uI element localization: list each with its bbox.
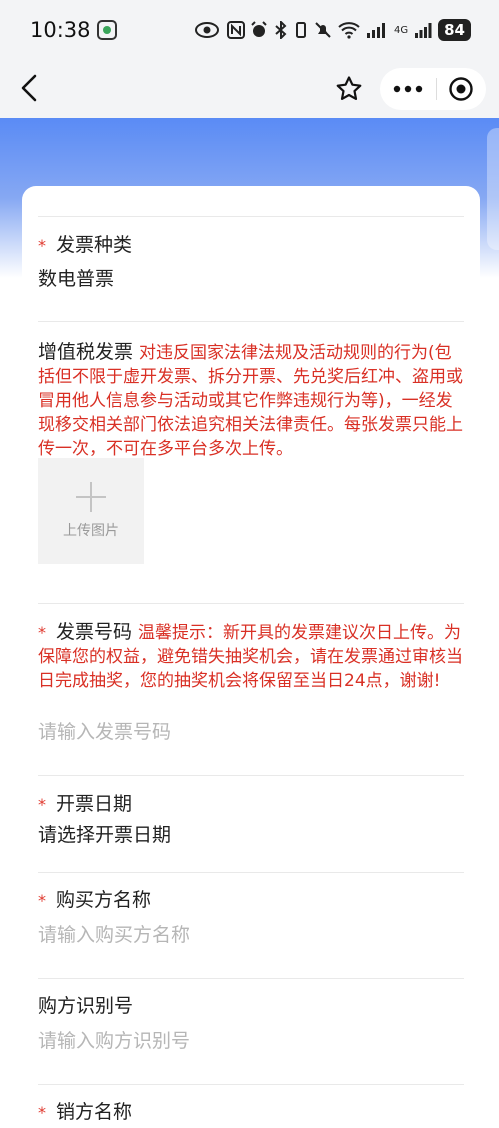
invoice-type-label-text: 发票种类 <box>56 234 133 256</box>
invoice-form-card: * 发票种类 数电普票 增值税发票 对违反国家法律法规及活动规则的行为(包括但不限于… <box>22 186 480 1128</box>
buyer-name-input[interactable]: 请输入购买方名称 <box>38 922 190 948</box>
status-icons-right: 4G 84 <box>250 19 471 41</box>
divider <box>38 775 464 776</box>
nfc-icon <box>226 21 245 39</box>
invoice-type-label: * 发票种类 <box>38 232 132 259</box>
battery-icon: 84 <box>438 19 471 41</box>
more-icon[interactable] <box>380 68 436 110</box>
seller-name-label-text: 销方名称 <box>56 1101 133 1123</box>
buyer-name-label: * 购买方名称 <box>38 887 151 914</box>
buyer-id-label: 购方识别号 <box>38 995 134 1017</box>
signal-icon <box>367 23 385 38</box>
divider <box>38 216 464 217</box>
divider <box>38 321 464 322</box>
status-bar: 10:38 4G 84 <box>0 0 499 60</box>
upload-image-label: 上传图片 <box>63 523 119 539</box>
upload-image-button[interactable]: 上传图片 <box>38 458 144 564</box>
mute-icon <box>315 22 331 38</box>
divider <box>38 603 464 604</box>
seller-name-label: * 销方名称 <box>38 1099 132 1126</box>
eye-icon <box>194 22 219 38</box>
invoice-type-value[interactable]: 数电普票 <box>38 266 114 292</box>
app-notification-icon <box>96 20 117 40</box>
invoice-number-hint: * 发票号码 温馨提示：新开具的发票建议次日上传。为保障您的权益，避免错失抽奖机会，… <box>38 620 468 693</box>
signal-icon-2 <box>415 23 432 38</box>
invoice-date-label: * 开票日期 <box>38 791 132 818</box>
mini-program-capsule <box>380 68 486 110</box>
nav-bar <box>0 60 499 118</box>
status-icons-middle <box>194 21 245 39</box>
required-mark: * <box>38 795 46 814</box>
required-mark: * <box>38 1103 46 1122</box>
required-mark: * <box>38 623 46 642</box>
invoice-number-label: 发票号码 <box>56 621 133 643</box>
buyer-id-input[interactable]: 请输入购方识别号 <box>38 1028 190 1054</box>
back-icon[interactable] <box>14 72 46 104</box>
vat-invoice-notice: 增值税发票 对违反国家法律法规及活动规则的行为(包括但不限于虚开发票、拆分开票、先… <box>38 340 468 461</box>
alarm-icon <box>251 21 267 37</box>
target-icon[interactable] <box>437 68 485 110</box>
vibrate-icon <box>296 22 306 38</box>
wifi-icon <box>338 22 360 39</box>
side-floating-tab[interactable] <box>487 128 499 250</box>
required-mark: * <box>38 236 46 255</box>
vat-invoice-label: 增值税发票 <box>38 341 134 363</box>
invoice-date-picker[interactable]: 请选择开票日期 <box>38 822 171 848</box>
bluetooth-icon <box>275 21 287 39</box>
divider <box>38 1084 464 1085</box>
divider <box>38 872 464 873</box>
plus-icon <box>76 482 106 512</box>
network-type-label: 4G <box>394 24 409 36</box>
divider <box>38 978 464 979</box>
invoice-date-label-text: 开票日期 <box>56 793 133 815</box>
buyer-name-label-text: 购买方名称 <box>56 889 152 911</box>
invoice-number-input[interactable]: 请输入发票号码 <box>38 719 171 745</box>
status-time: 10:38 <box>30 18 91 42</box>
required-mark: * <box>38 891 46 910</box>
star-icon[interactable] <box>332 72 366 106</box>
